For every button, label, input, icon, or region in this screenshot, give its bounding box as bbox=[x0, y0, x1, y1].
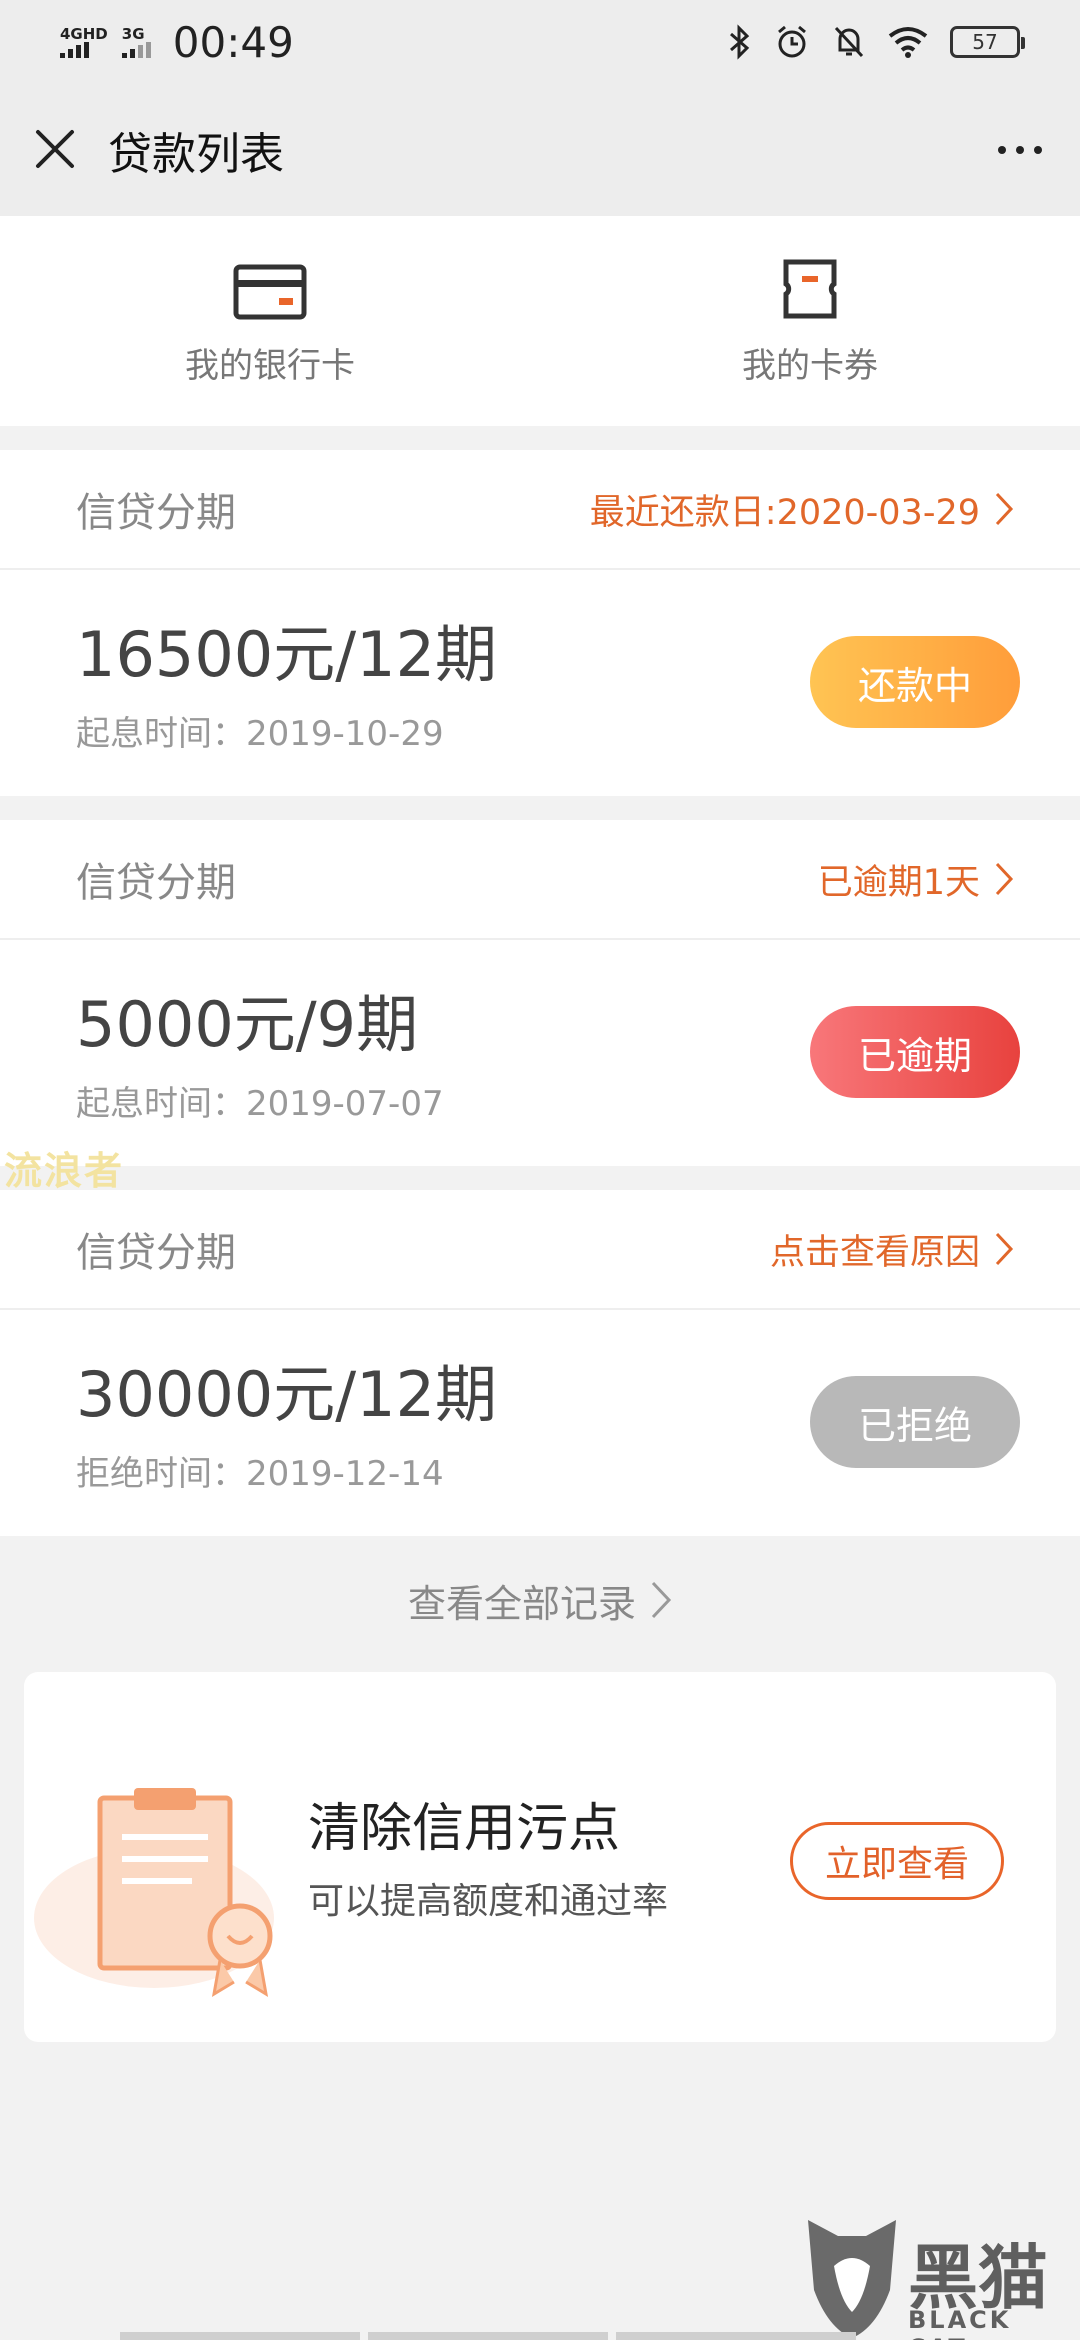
loan-link-text: 已逾期1天 bbox=[817, 862, 980, 903]
wifi-icon bbox=[888, 27, 928, 58]
status-badge[interactable]: 还款中 bbox=[810, 636, 1020, 728]
bank-card-icon bbox=[233, 264, 307, 320]
bluetooth-icon bbox=[730, 24, 750, 60]
loan-amount: 16500元/12期 bbox=[76, 618, 498, 691]
network-label-1: 4GHD bbox=[60, 25, 108, 43]
loan-card-body: 16500元/12期 起息时间：2019-10-29 还款中 bbox=[0, 570, 1080, 796]
signal-icon bbox=[121, 42, 151, 58]
loan-type: 信贷分期 bbox=[76, 490, 236, 536]
status-badge[interactable]: 已拒绝 bbox=[810, 1376, 1020, 1468]
my-bank-cards-entry[interactable]: 我的银行卡 bbox=[0, 216, 540, 426]
battery-icon: 57 bbox=[950, 26, 1025, 58]
loan-card-header: 信贷分期 已逾期1天 bbox=[0, 820, 1080, 940]
coupon-icon bbox=[783, 259, 837, 319]
status-right: 57 bbox=[728, 24, 1025, 60]
signal-4g: 4GHD bbox=[60, 26, 108, 58]
loan-card-body: 5000元/9期 起息时间：2019-07-07 已逾期 bbox=[0, 940, 1080, 1166]
rejection-reason-link[interactable]: 点击查看原因 bbox=[770, 1224, 1014, 1275]
credit-repair-promo[interactable]: 清除信用污点 可以提高额度和通过率 立即查看 bbox=[24, 1672, 1056, 2042]
chevron-right-icon bbox=[995, 862, 1014, 896]
quick-entry-label: 我的银行卡 bbox=[185, 346, 355, 386]
loan-date: 起息时间：2019-07-07 bbox=[76, 1084, 444, 1124]
loan-card[interactable]: 信贷分期 最近还款日:2020-03-29 16500元/12期 起息时间：20… bbox=[0, 450, 1080, 796]
black-cat-logo: 黑猫 BLACK CAT bbox=[804, 2216, 1074, 2340]
loan-card-header: 信贷分期 最近还款日:2020-03-29 bbox=[0, 450, 1080, 570]
loan-card[interactable]: 信贷分期 已逾期1天 5000元/9期 起息时间：2019-07-07 已逾期 bbox=[0, 820, 1080, 1166]
status-bar: 4GHD 3G 00:49 57 bbox=[0, 0, 1080, 84]
chevron-right-icon bbox=[651, 1581, 672, 1619]
signal-icon bbox=[60, 42, 89, 58]
navigation-bar bbox=[0, 2332, 1080, 2340]
document-certificate-icon bbox=[34, 1788, 274, 1997]
chevron-right-icon bbox=[995, 1232, 1014, 1266]
title-bar: 贷款列表 bbox=[0, 84, 1080, 216]
signal-3g: 3G bbox=[121, 25, 151, 58]
view-now-button[interactable]: 立即查看 bbox=[790, 1822, 1004, 1900]
loan-type: 信贷分期 bbox=[76, 1230, 236, 1276]
loan-amount: 30000元/12期 bbox=[76, 1358, 498, 1431]
page-title: 贷款列表 bbox=[108, 129, 284, 180]
promo-title: 清除信用污点 bbox=[308, 1799, 621, 1859]
loan-date: 起息时间：2019-10-29 bbox=[76, 714, 444, 754]
chevron-right-icon bbox=[995, 492, 1014, 526]
status-badge[interactable]: 已逾期 bbox=[810, 1006, 1020, 1098]
alarm-icon bbox=[778, 25, 806, 58]
clock: 00:49 bbox=[172, 17, 294, 67]
mute-bell-icon bbox=[834, 26, 864, 58]
loan-card-header: 信贷分期 点击查看原因 bbox=[0, 1190, 1080, 1310]
quick-entry-label: 我的卡券 bbox=[742, 346, 878, 386]
close-icon[interactable] bbox=[30, 124, 80, 174]
view-all-records-link[interactable]: 查看全部记录 bbox=[0, 1570, 1080, 1630]
network-label-2: 3G bbox=[121, 25, 145, 43]
view-all-label: 查看全部记录 bbox=[407, 1581, 636, 1626]
loan-card[interactable]: 信贷分期 点击查看原因 30000元/12期 拒绝时间：2019-12-14 已… bbox=[0, 1190, 1080, 1536]
watermark-text: 流浪者 bbox=[4, 1149, 125, 1193]
more-icon[interactable] bbox=[988, 122, 1052, 178]
cat-shield-icon bbox=[808, 2220, 896, 2338]
overdue-link[interactable]: 已逾期1天 bbox=[818, 854, 1014, 905]
loan-type: 信贷分期 bbox=[76, 860, 236, 906]
loan-link-text: 点击查看原因 bbox=[769, 1232, 980, 1273]
loan-date: 拒绝时间：2019-12-14 bbox=[76, 1454, 444, 1494]
loan-card-body: 30000元/12期 拒绝时间：2019-12-14 已拒绝 bbox=[0, 1310, 1080, 1536]
quick-entries: 我的银行卡 我的卡券 bbox=[0, 216, 1080, 426]
loan-link-text: 最近还款日:2020-03-29 bbox=[589, 492, 980, 533]
my-coupons-entry[interactable]: 我的卡券 bbox=[540, 216, 1080, 426]
loan-amount: 5000元/9期 bbox=[76, 988, 419, 1061]
next-repayment-link[interactable]: 最近还款日:2020-03-29 bbox=[590, 484, 1014, 535]
status-left: 4GHD 3G 00:49 bbox=[60, 18, 294, 67]
promo-subtitle: 可以提高额度和通过率 bbox=[308, 1881, 669, 1922]
